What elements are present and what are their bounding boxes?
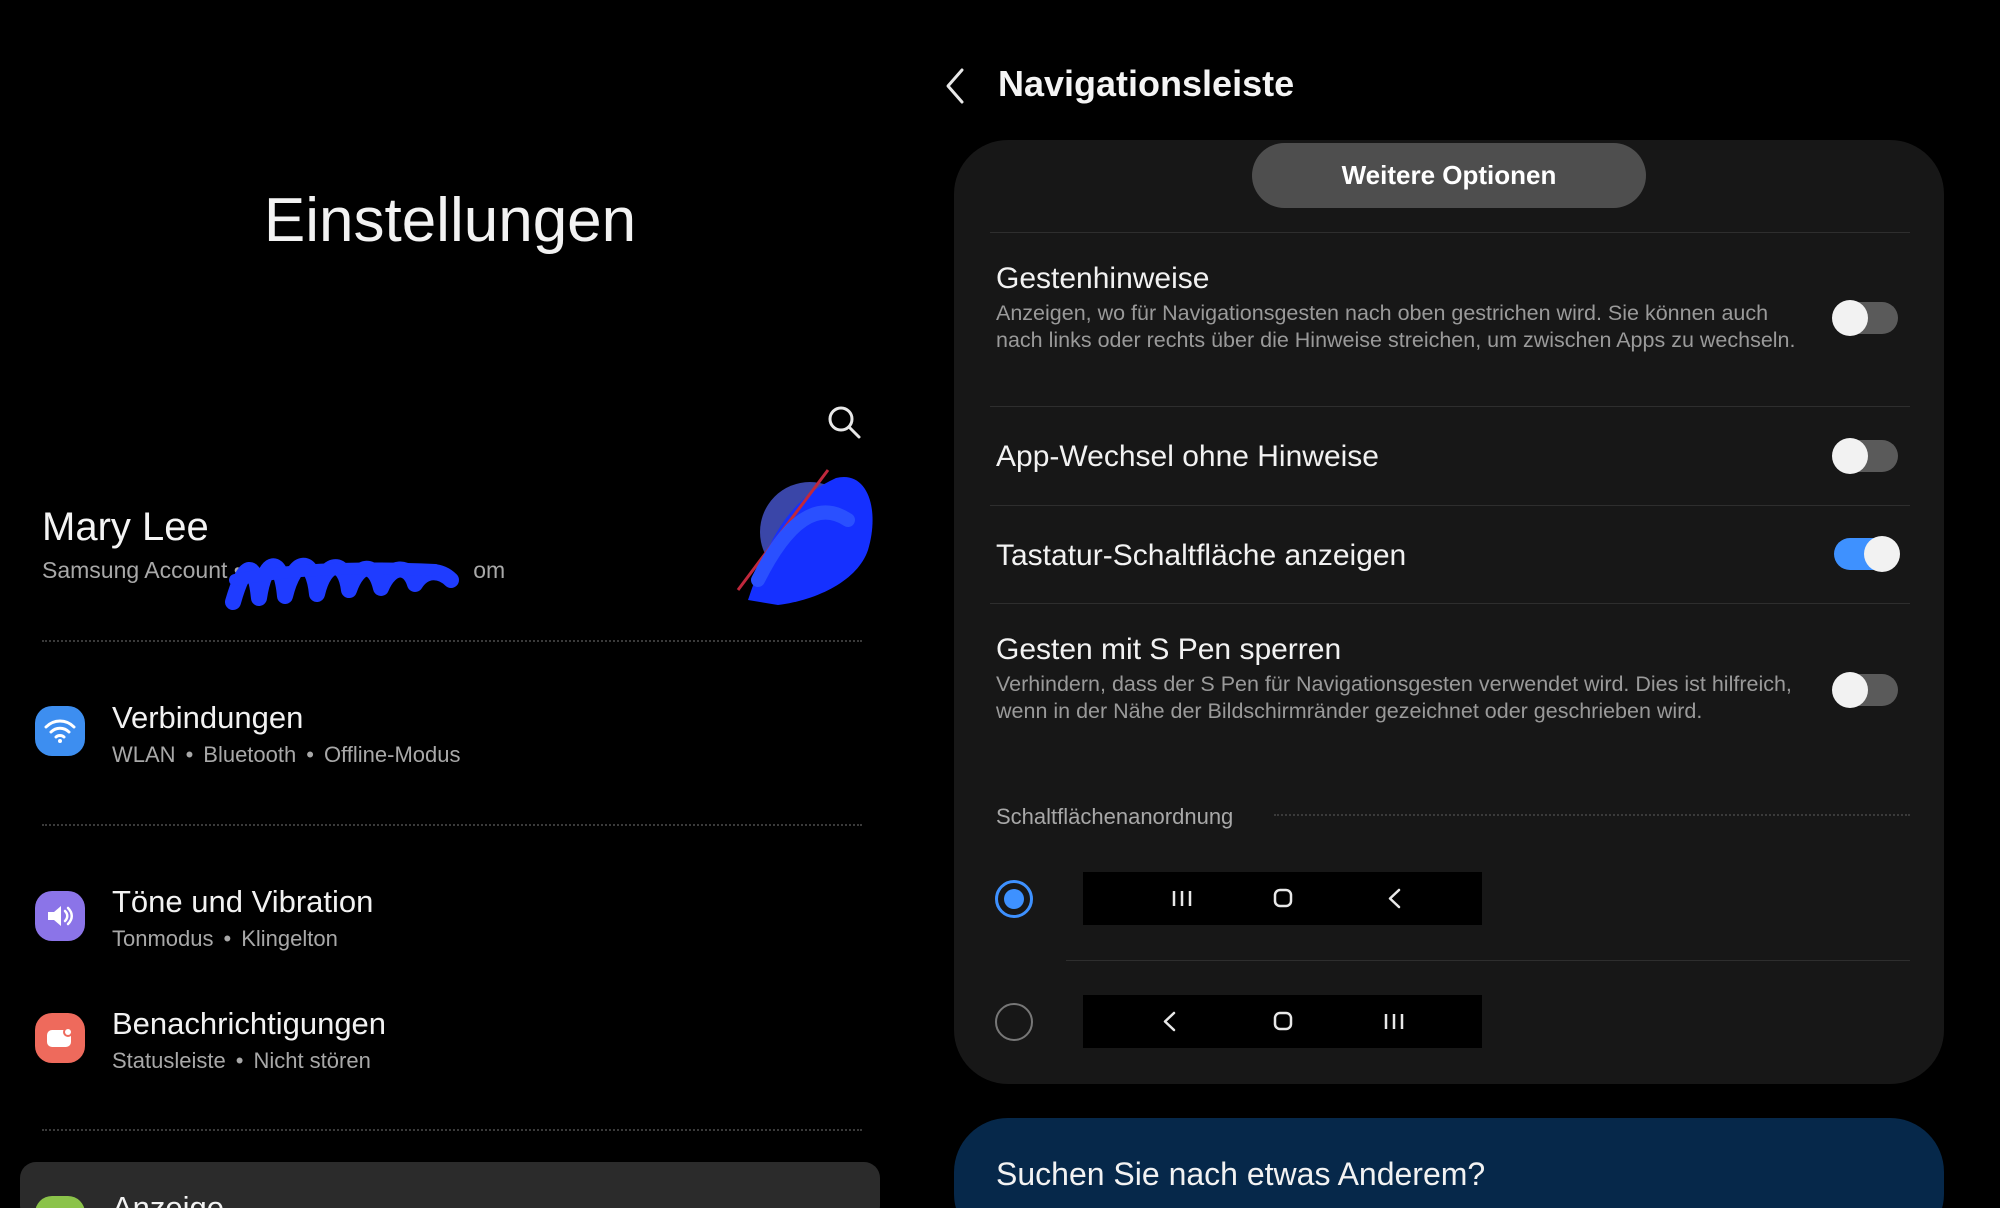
radio-button[interactable]	[995, 1003, 1033, 1041]
toggle-knob	[1832, 438, 1868, 474]
section-header: Schaltflächenanordnung	[996, 804, 1234, 829]
menu-item-display[interactable]: Anzeige	[20, 1162, 880, 1208]
toggle-knob	[1832, 672, 1868, 708]
navbar-preview	[1083, 872, 1482, 925]
recents-icon	[1172, 891, 1192, 906]
menu-item-sub: Statusleiste • Nicht stören	[112, 1048, 371, 1073]
option-title: App-Wechsel ohne Hinweise	[996, 440, 1379, 473]
redaction-scribble	[225, 558, 459, 610]
suggestion-title: Suchen Sie nach etwas Anderem?	[996, 1156, 1486, 1192]
back-icon	[1388, 888, 1401, 909]
notification-icon	[35, 1013, 85, 1063]
home-icon	[1273, 1011, 1293, 1031]
navbar-preview	[1083, 995, 1482, 1048]
divider	[990, 603, 1910, 604]
account-email-tail: om	[473, 557, 506, 583]
menu-item-sub: WLAN • Bluetooth • Offline-Modus	[112, 742, 461, 767]
toggle-knob	[1864, 536, 1900, 572]
divider	[42, 640, 862, 642]
option-description: Verhindern, dass der S Pen für Navigatio…	[996, 672, 1792, 723]
option-title: Tastatur-Schaltfläche anzeigen	[996, 539, 1407, 572]
gesture-hints-toggle[interactable]	[1832, 300, 1898, 336]
display-icon	[35, 1196, 85, 1208]
wifi-icon	[35, 706, 85, 756]
back-icon[interactable]	[940, 66, 970, 106]
home-icon	[1273, 888, 1293, 908]
profile-name: Mary Lee	[42, 505, 209, 549]
spen-lock-toggle[interactable]	[1832, 672, 1898, 708]
account-label: Samsung Account	[42, 557, 228, 583]
keyboard-button-toggle[interactable]	[1834, 536, 1900, 572]
divider	[1066, 960, 1910, 961]
back-icon	[1163, 1011, 1176, 1032]
search-icon[interactable]	[824, 402, 864, 442]
menu-item-label: Verbindungen	[112, 700, 304, 735]
menu-item-sub: Tonmodus • Klingelton	[112, 926, 338, 951]
toggle-knob	[1832, 300, 1868, 336]
option-description: Anzeigen, wo für Navigationsgesten nach …	[996, 301, 1796, 352]
option-title: Gestenhinweise	[996, 262, 1210, 295]
page-title: Navigationsleiste	[998, 63, 1295, 104]
divider	[990, 505, 1910, 506]
menu-item-label: Anzeige	[112, 1190, 225, 1208]
divider	[990, 232, 1910, 233]
divider	[990, 406, 1910, 407]
divider	[42, 1129, 862, 1131]
app-switch-toggle[interactable]	[1832, 438, 1898, 474]
divider	[42, 824, 862, 826]
menu-item-label: Töne und Vibration	[112, 884, 374, 919]
section-divider	[1274, 814, 1910, 816]
recents-icon	[1384, 1014, 1404, 1029]
radio-button[interactable]	[995, 880, 1033, 918]
more-options-button[interactable]: Weitere Optionen	[1252, 143, 1646, 208]
speaker-icon	[35, 891, 85, 941]
page-title: Einstellungen	[263, 186, 637, 255]
avatar[interactable]	[718, 460, 883, 610]
option-title: Gesten mit S Pen sperren	[996, 633, 1342, 666]
menu-item-label: Benachrichtigungen	[112, 1006, 387, 1041]
